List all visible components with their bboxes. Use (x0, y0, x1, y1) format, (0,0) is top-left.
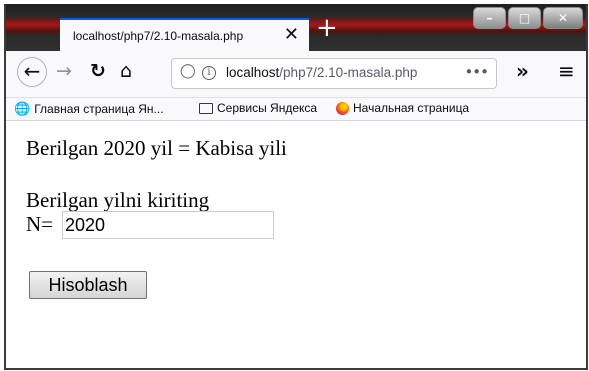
page-content: Berilgan 2020 yil = Kabisa yili Berilgan… (6, 121, 586, 368)
bookmark-item[interactable]: 🌐 Главная страница Ян... (14, 101, 164, 117)
url-bar[interactable]: ◯ i localhost/php7/2.10-masala.php ••• (171, 58, 497, 89)
home-button[interactable]: ⌂ (120, 60, 132, 82)
close-window-button[interactable]: ✕ (543, 7, 583, 29)
title-bar: localhost/php7/2.10-masala.php ✕ + – □ ✕ (6, 5, 586, 51)
bookmark-label: Начальная страница (353, 101, 470, 115)
bookmark-label: Главная страница Ян... (34, 102, 164, 116)
tab-title: localhost/php7/2.10-masala.php (73, 29, 244, 43)
window-controls: – □ ✕ (473, 7, 583, 29)
page-actions-icon[interactable]: ••• (464, 63, 489, 81)
url-host: localhost (226, 65, 280, 80)
new-tab-button[interactable]: + (316, 13, 338, 43)
globe-icon: 🌐 (14, 101, 31, 116)
overflow-menu-icon[interactable]: » (516, 59, 529, 83)
url-text[interactable]: localhost/php7/2.10-masala.php (226, 65, 417, 80)
maximize-button[interactable]: □ (508, 7, 541, 29)
browser-window: localhost/php7/2.10-masala.php ✕ + – □ ✕… (4, 4, 588, 370)
result-text: Berilgan 2020 yil = Kabisa yili (26, 136, 287, 160)
tracking-shield-icon[interactable]: ◯ (180, 63, 196, 79)
site-info-icon[interactable]: i (202, 66, 216, 80)
navigation-toolbar: ← → ↻ ⌂ ◯ i localhost/php7/2.10-masala.p… (6, 51, 586, 98)
prompt-text: Berilgan yilni kiriting (26, 188, 210, 212)
year-input[interactable] (62, 211, 274, 239)
firefox-icon (336, 101, 349, 115)
forward-button[interactable]: → (56, 60, 72, 82)
bookmark-item[interactable]: Начальная страница (336, 101, 469, 115)
back-button[interactable]: ← (17, 57, 47, 87)
reload-button[interactable]: ↻ (90, 60, 106, 82)
n-label: N= (26, 212, 54, 236)
tab-close-icon[interactable]: ✕ (284, 24, 299, 45)
bookmarks-toolbar: 🌐 Главная страница Ян... Сервисы Яндекса… (6, 98, 586, 121)
bookmark-folder[interactable]: Сервисы Яндекса (199, 101, 317, 115)
hisoblash-button[interactable]: Hisoblash (29, 271, 147, 299)
bookmark-label: Сервисы Яндекса (217, 101, 318, 115)
minimize-button[interactable]: – (473, 7, 506, 29)
folder-icon (199, 102, 213, 114)
url-path: /php7/2.10-masala.php (279, 65, 418, 80)
hamburger-menu-icon[interactable]: ≡ (558, 59, 575, 83)
tab-active[interactable]: localhost/php7/2.10-masala.php ✕ (60, 18, 309, 51)
